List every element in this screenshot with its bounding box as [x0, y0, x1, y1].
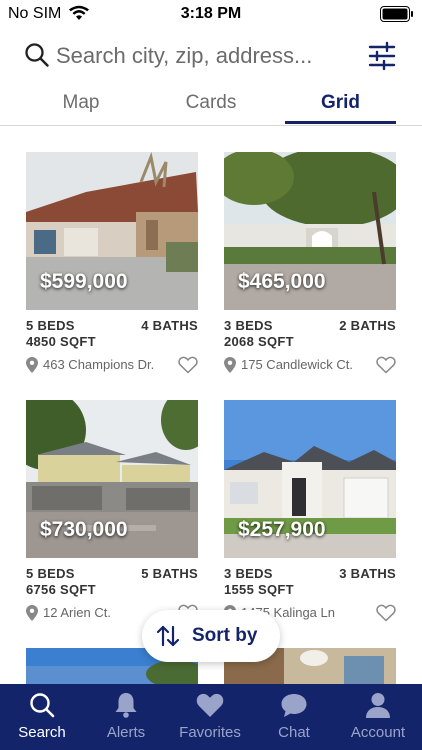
listing-baths: 3 BATHS: [339, 566, 396, 581]
favorite-heart-icon[interactable]: [376, 604, 396, 622]
listing-card[interactable]: $257,900 3 BEDS 3 BATHS 1555 SQFT 1475 K…: [224, 400, 396, 632]
listing-card[interactable]: $599,000 5 BEDS 4 BATHS 4850 SQFT 463 Ch…: [26, 152, 198, 384]
listing-baths: 2 BATHS: [339, 318, 396, 333]
favorite-heart-icon[interactable]: [376, 356, 396, 374]
listing-card[interactable]: $730,000 5 BEDS 5 BATHS 6756 SQFT 12 Ari…: [26, 400, 198, 632]
nav-label: Account: [350, 724, 406, 741]
favorite-heart-icon[interactable]: [178, 356, 198, 374]
nav-alerts[interactable]: Alerts: [84, 684, 168, 750]
listing-beds: 5 BEDS: [26, 318, 75, 333]
tab-grid[interactable]: Grid: [285, 86, 396, 124]
battery-icon: [380, 6, 413, 22]
listing-price: $599,000: [40, 270, 128, 293]
chat-bubble-icon: [281, 694, 307, 717]
listing-sqft: 1555 SQFT: [224, 582, 294, 597]
location-pin-icon: [26, 605, 38, 621]
listing-address: 12 Arien Ct.: [43, 605, 111, 620]
nav-label: Alerts: [106, 724, 146, 741]
bell-icon: [115, 693, 137, 718]
search-bar: [0, 36, 422, 78]
nav-chat[interactable]: Chat: [252, 684, 336, 750]
listing-price: $257,900: [238, 518, 326, 541]
listing-price: $465,000: [238, 270, 326, 293]
listing-card[interactable]: $465,000 3 BEDS 2 BATHS 2068 SQFT 175 Ca…: [224, 152, 396, 384]
sort-arrows-icon: [156, 625, 180, 647]
tab-map[interactable]: Map: [14, 86, 148, 124]
nav-label: Favorites: [179, 724, 241, 741]
listing-sqft: 6756 SQFT: [26, 582, 96, 597]
clock: 3:18 PM: [180, 5, 242, 22]
listing-address: 463 Champions Dr.: [43, 357, 155, 372]
nav-account[interactable]: Account: [336, 684, 420, 750]
nav-search[interactable]: Search: [0, 684, 84, 750]
listing-baths: 5 BATHS: [141, 566, 198, 581]
person-icon: [366, 693, 390, 718]
sort-button[interactable]: Sort by: [142, 610, 280, 662]
listing-beds: 5 BEDS: [26, 566, 75, 581]
listing-sqft: 2068 SQFT: [224, 334, 294, 349]
view-tabs: Map Cards Grid: [0, 86, 422, 126]
search-icon: [25, 43, 49, 67]
listing-baths: 4 BATHS: [141, 318, 198, 333]
listing-beds: 3 BEDS: [224, 566, 273, 581]
listing-sqft: 4850 SQFT: [26, 334, 96, 349]
heart-icon: [196, 693, 224, 717]
tab-cards[interactable]: Cards: [144, 86, 278, 124]
sort-label: Sort by: [192, 625, 258, 646]
listing-beds: 3 BEDS: [224, 318, 273, 333]
listing-address: 175 Candlewick Ct.: [241, 357, 353, 372]
filter-sliders-icon[interactable]: [368, 40, 396, 72]
listing-price: $730,000: [40, 518, 128, 541]
location-pin-icon: [26, 357, 38, 373]
nav-favorites[interactable]: Favorites: [168, 684, 252, 750]
search-input[interactable]: [56, 40, 356, 72]
location-pin-icon: [224, 357, 236, 373]
nav-label: Chat: [278, 724, 310, 741]
nav-label: Search: [18, 724, 66, 741]
status-bar: No SIM 3:18 PM: [0, 0, 422, 28]
bottom-tab-bar: Search Alerts Favorites Chat Account: [0, 684, 422, 750]
search-icon: [30, 693, 55, 718]
